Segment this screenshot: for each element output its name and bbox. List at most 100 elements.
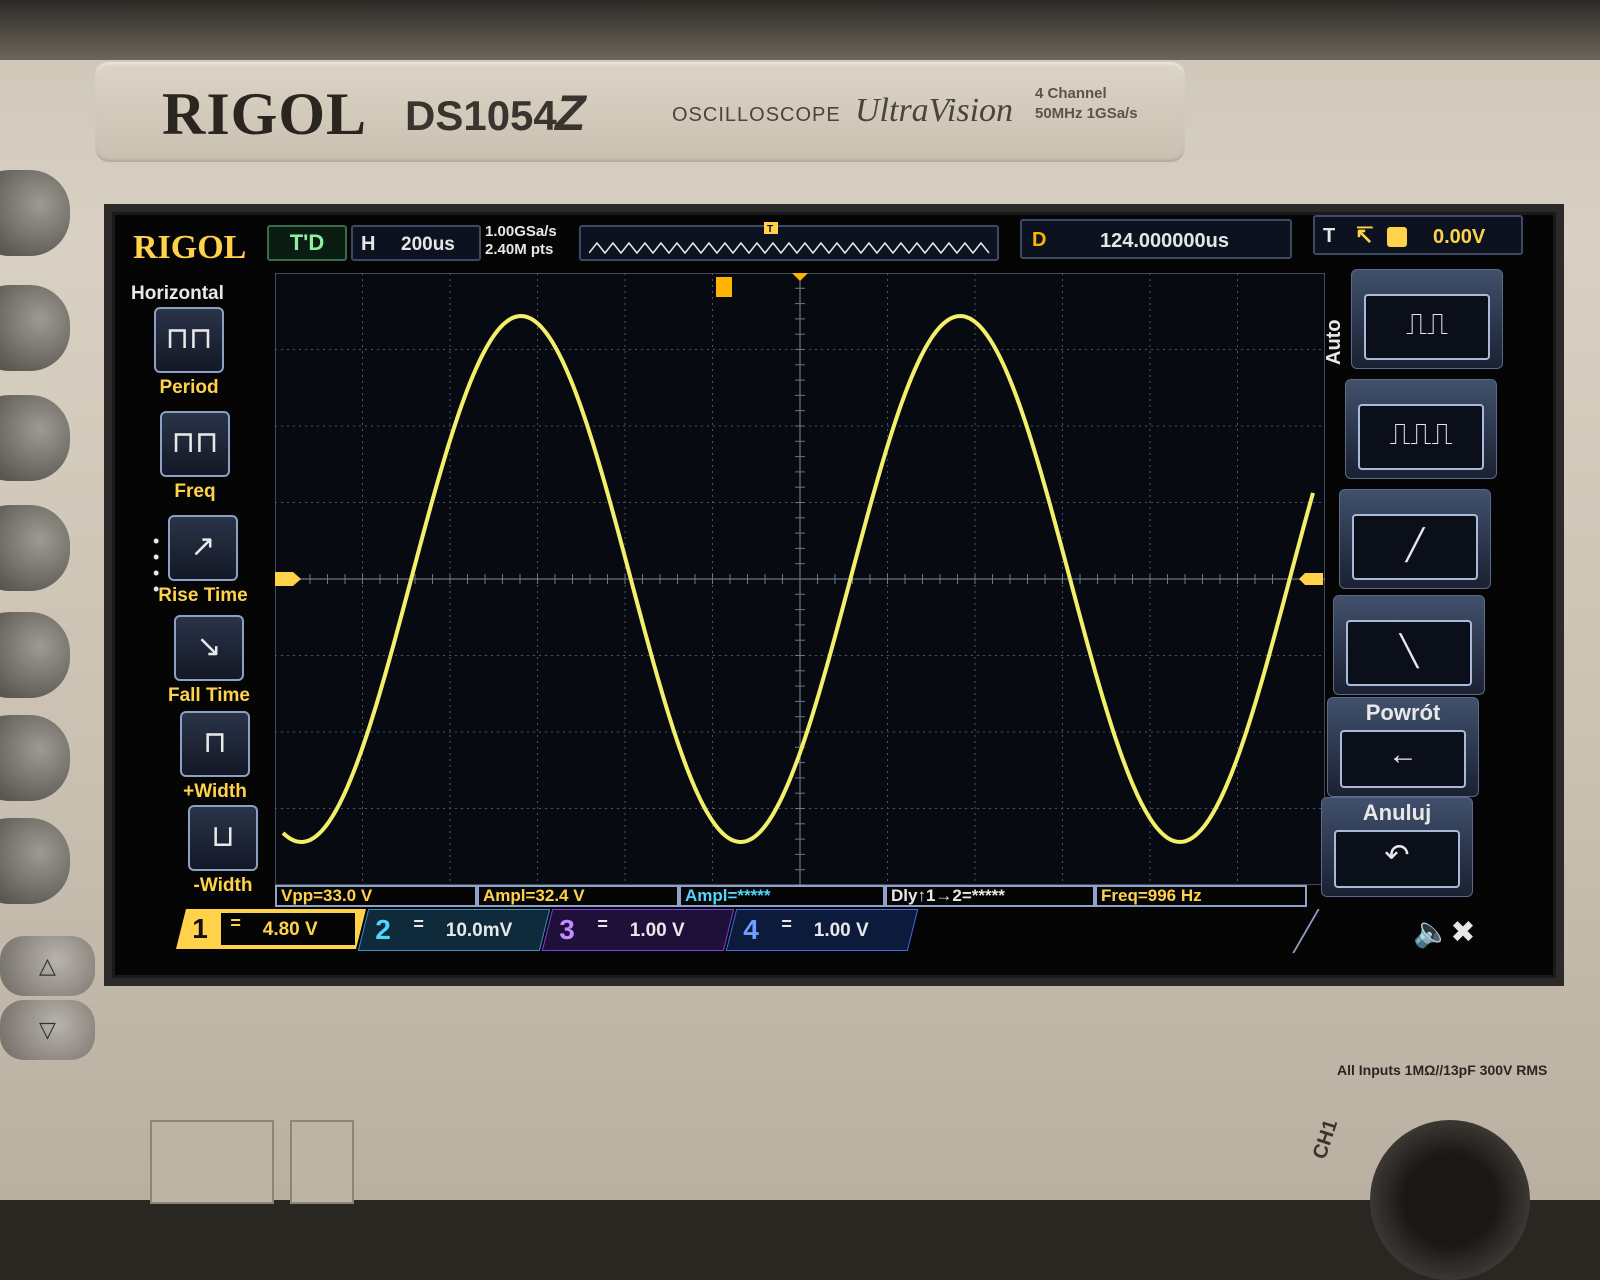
square-wave-icon: ⎍⎍ [1406,308,1448,341]
measurement-vpp[interactable]: Vpp=33.0 V [275,885,477,907]
svg-text:T: T [767,224,773,235]
lcd-screen: RIGOL T'D H 200us 1.00GSa/s 2.40M pts T … [112,212,1556,978]
dc-coupling-icon: = [597,914,608,934]
spec-line-1: 4 Channel [1035,85,1107,102]
screen-logo: RIGOL [133,229,247,266]
timebase-box[interactable]: H 200us [351,225,481,261]
square-wave-button[interactable]: ⎍⎍ [1351,269,1503,369]
trigger-source-icon [1387,227,1407,247]
cancel-label: Anuluj [1362,800,1432,825]
memory-overview: T [579,222,999,261]
measurement-ampl-ch1[interactable]: Ampl=32.4 V [477,885,679,907]
period-icon: ⊓⊓ [154,307,224,373]
channel-scale: 1.00 V [629,920,685,941]
channel-1-badge[interactable]: 1 = 4.80 V [176,909,366,949]
top-strip [0,0,1600,60]
rising-edge-icon: ╱ [1405,529,1425,562]
brand-logo: RIGOL [162,81,368,147]
channel-number: 4 [743,914,759,945]
dc-coupling-icon: = [781,914,792,934]
trigger-label: T [1323,225,1336,247]
menu-item-label: +Width [183,781,247,802]
channel-scale: 10.0mV [445,920,513,941]
rising-edge-frame: ╱ [1352,514,1478,580]
sample-rate: 1.00GSa/s [485,223,557,240]
menu-item-label: Fall Time [167,685,250,706]
fall-time-icon: ↘ [174,615,244,681]
dc-coupling-icon: = [230,913,241,933]
channel-number: 2 [375,914,391,945]
back-label: Powrót [1365,700,1441,725]
menu-item-period[interactable]: ⊓⊓ Period [141,307,237,399]
cancel-frame: ↶ [1334,830,1460,888]
delay-box[interactable]: D 124.000000us [1020,219,1292,259]
menu-item-neg-width[interactable]: ⊔ -Width [175,805,271,897]
device-type: OSCILLOSCOPE [672,104,841,126]
right-menu-title: Auto [1323,319,1345,365]
freq-icon: ⊓⊓ [160,411,230,477]
back-button[interactable]: Powrót ← [1327,697,1479,797]
timebase-value: 200us [401,234,455,255]
inputs-rating-label: All Inputs 1MΩ//13pF 300V RMS [1337,1062,1548,1078]
page-up-button[interactable]: △ [0,936,95,996]
dc-coupling-icon: = [413,914,424,934]
front-panel-slot [150,1120,274,1204]
back-frame: ← [1340,730,1466,788]
rising-edge-button[interactable]: ╱ [1339,489,1491,589]
delay-label: D [1032,229,1047,251]
measurement-ampl-ch2[interactable]: Ampl=***** [679,885,885,907]
rise-time-icon: ↗ [168,515,238,581]
menu-item-rise-time[interactable]: ↗ Rise Time [155,515,251,607]
falling-edge-icon: ╲ [1399,635,1419,668]
channel-scale: 1.00 V [813,920,869,941]
channel-number: 1 [192,913,208,944]
memory-depth: 2.40M pts [485,241,554,258]
memory-trigger-marker: T [764,222,778,235]
waveform-display[interactable] [273,272,1326,886]
pulse-train-icon: ⎍⎍⎍ [1389,418,1453,451]
menu-item-label: Freq [174,481,216,502]
horizontal-label: H [361,233,376,255]
channel-scale: 4.80 V [262,919,318,940]
measurement-delay[interactable]: Dly↑1→2=***** [885,885,1095,907]
back-arrow-icon: ← [1388,738,1418,771]
trigger-box[interactable]: T ↸ 0.00V [1313,215,1523,255]
channel-number: 3 [559,914,575,945]
trigger-level: 0.00V [1433,226,1486,248]
status-divider [1292,909,1320,953]
cancel-button[interactable]: Anuluj ↶ [1321,797,1473,897]
menu-item-freq[interactable]: ⊓⊓ Freq [147,411,243,503]
rising-edge-icon: ↸ [1355,223,1374,248]
delay-value: 124.000000us [1100,230,1230,252]
channel-4-badge[interactable]: 4 = 1.00 V [725,909,919,951]
speaker-muted-icon[interactable]: 🔈✖ [1413,915,1476,950]
waveform-svg [273,272,1326,886]
series-name: UltraVision [855,92,1014,129]
menu-item-label: -Width [193,875,253,896]
pulse-train-frame: ⎍⎍⎍ [1358,404,1484,470]
square-wave-frame: ⎍⎍ [1364,294,1490,360]
channel-2-badge[interactable]: 2 = 10.0mV [357,909,551,951]
run-status-badge: T'D [267,225,347,261]
menu-item-label: Period [159,377,219,398]
memory-overview-waveform [589,241,990,255]
acquisition-info: 1.00GSa/s 2.40M pts [485,223,557,259]
model-suffix: Z [555,85,586,141]
menu-item-pos-width[interactable]: ⊓ +Width [167,711,263,803]
ch1-bnc-connector[interactable] [1370,1120,1530,1280]
falling-edge-frame: ╲ [1346,620,1472,686]
menu-item-label: Rise Time [158,585,248,606]
pos-width-icon: ⊓ [180,711,250,777]
channel-3-badge[interactable]: 3 = 1.00 V [541,909,735,951]
model-number: DS1054 [405,92,557,139]
measurement-freq[interactable]: Freq=996 Hz [1095,885,1307,907]
front-panel-slot [290,1120,354,1204]
menu-item-fall-time[interactable]: ↘ Fall Time [161,615,257,707]
trigger-position-marker [716,277,732,297]
menu-title: Horizontal [131,283,224,304]
page-down-button[interactable]: ▽ [0,1000,95,1060]
falling-edge-button[interactable]: ╲ [1333,595,1485,695]
neg-width-icon: ⊔ [188,805,258,871]
spec-line-2: 50MHz 1GSa/s [1035,105,1138,122]
pulse-train-button[interactable]: ⎍⎍⎍ [1345,379,1497,479]
